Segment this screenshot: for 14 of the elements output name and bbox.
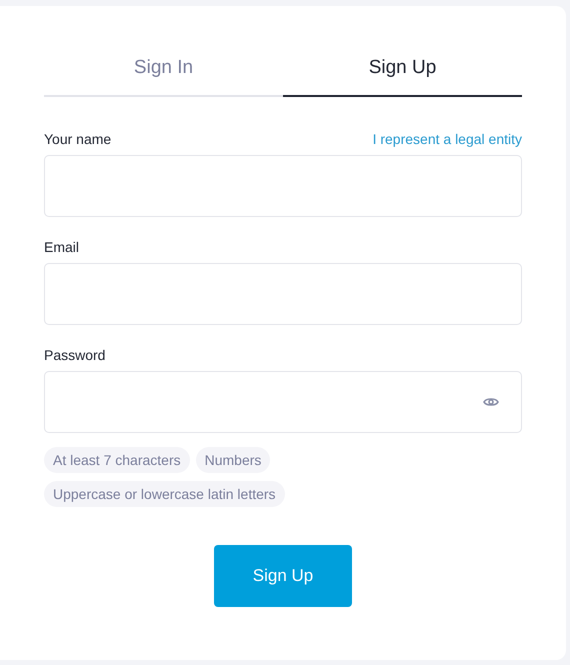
field-label: Email (44, 238, 80, 256)
eye-icon[interactable] (483, 396, 499, 408)
requirement-chip: Uppercase or lowercase latin letters (44, 481, 285, 507)
input-field[interactable] (44, 155, 522, 217)
input-field[interactable] (44, 263, 522, 325)
legal-entity-link[interactable]: I represent a legal entity (372, 128, 522, 150)
requirement-chip: Numbers (196, 447, 270, 473)
input-field[interactable] (44, 371, 522, 433)
tab[interactable]: Sign Up (283, 50, 522, 97)
field-label: Your name (44, 130, 112, 148)
field-label: Password (44, 346, 106, 364)
requirement-chip: At least 7 characters (44, 447, 190, 473)
tab[interactable]: Sign In (44, 50, 283, 97)
sign-up-button[interactable]: Sign Up (214, 545, 352, 607)
